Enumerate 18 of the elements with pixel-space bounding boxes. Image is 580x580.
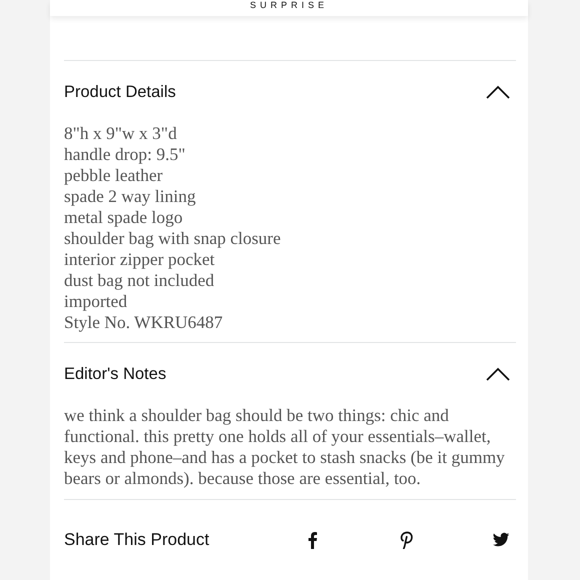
detail-line: shoulder bag with snap closure (64, 228, 281, 249)
section-title[interactable]: Product Details (64, 82, 176, 102)
detail-line: 8"h x 9"w x 3"d (64, 123, 177, 144)
detail-line: dust bag not included (64, 270, 214, 291)
chevron-up-icon[interactable] (486, 367, 510, 381)
section-title[interactable]: Editor's Notes (64, 364, 166, 384)
brand-tagline: SURPRISE (250, 1, 328, 10)
detail-line: interior zipper pocket (64, 249, 215, 270)
detail-line: imported (64, 291, 128, 312)
editor-notes-text: we think a shoulder bag should be two things: chic and functional. this pretty one holds all of your essentials–wallet, keys and phone–and has a pocket to stash snacks (be it gummy bears or almonds). because those are essential, too. (64, 405, 506, 490)
chevron-up-icon[interactable] (486, 85, 510, 99)
detail-line: Style No. WKRU6487 (64, 312, 223, 333)
bird-icon[interactable] (492, 531, 510, 549)
detail-line: metal spade logo (64, 207, 183, 228)
share-label: Share This Product (64, 530, 210, 550)
detail-line: handle drop: 9.5" (64, 144, 186, 165)
detail-line: spade 2 way lining (64, 186, 196, 207)
detail-line: pebble leather (64, 165, 163, 186)
